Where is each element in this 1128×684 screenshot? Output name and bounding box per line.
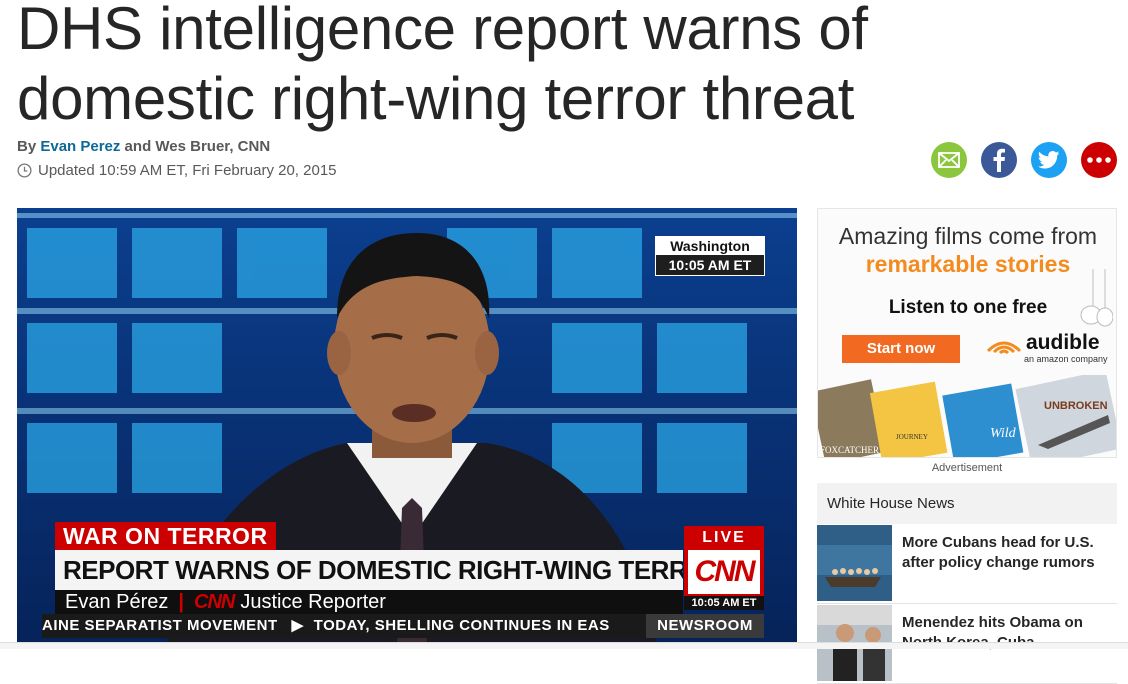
topic-banner: WAR ON TERROR xyxy=(55,522,276,551)
ad-line1: Amazing films come from xyxy=(838,223,1098,249)
separator: | xyxy=(178,591,184,613)
book-covers: FOXCATCHER JOURNEY Wild UNBROKEN xyxy=(818,375,1116,457)
email-icon xyxy=(938,152,960,168)
reporter-title: Justice Reporter xyxy=(240,591,386,613)
more-share-button[interactable] xyxy=(1081,142,1117,178)
facebook-icon xyxy=(993,148,1005,172)
story-item[interactable]: More Cubans head for U.S. after policy c… xyxy=(817,525,1117,604)
book-title-2: JOURNEY xyxy=(896,433,928,441)
cnn-logo: CNN xyxy=(688,550,760,594)
twitter-icon xyxy=(1038,151,1060,169)
ad-label: Advertisement xyxy=(931,462,1003,474)
network-label: CNN xyxy=(194,591,235,613)
updated-text: Updated 10:59 AM ET, Fri February 20, 20… xyxy=(38,162,337,179)
audible-logo: audible an amazon company xyxy=(986,331,1108,365)
start-now-button[interactable]: Start now xyxy=(842,335,960,363)
live-time: 10:05 AM ET xyxy=(684,596,764,610)
more-icon xyxy=(1087,157,1111,163)
location-label: Washington xyxy=(656,237,764,255)
advertisement-banner[interactable]: Amazing films come from remarkable stori… xyxy=(817,208,1117,458)
update-timestamp: Updated 10:59 AM ET, Fri February 20, 20… xyxy=(17,162,337,179)
twitter-share-button[interactable] xyxy=(1031,142,1067,178)
book-title-1: FOXCATCHER xyxy=(820,445,879,455)
byline: By Evan Perez and Wes Bruer, CNN xyxy=(17,138,270,155)
reporter-name: Evan Pérez xyxy=(65,591,169,613)
article-headline: DHS intelligence report warns of domesti… xyxy=(17,0,868,132)
audible-wordmark: audible xyxy=(1026,331,1100,354)
byline-rest: and Wes Bruer, CNN xyxy=(120,138,271,155)
play-arrow-icon: ▶ xyxy=(291,617,304,634)
live-label: LIVE xyxy=(702,529,746,546)
video-player[interactable]: Washington 10:05 AM ET WAR ON TERROR REP… xyxy=(17,208,797,642)
share-bar xyxy=(931,142,1117,178)
ticker-right: TODAY, SHELLING CONTINUES IN EAS xyxy=(313,617,610,634)
ticker-left: AINE SEPARATIST MOVEMENT xyxy=(42,617,278,634)
author-link[interactable]: Evan Perez xyxy=(40,138,120,155)
book-title-4: UNBROKEN xyxy=(1044,400,1108,412)
story-thumbnail xyxy=(817,525,892,601)
byline-prefix: By xyxy=(17,138,41,155)
live-bug: LIVE CNN 10:05 AM ET xyxy=(684,526,764,610)
story-title[interactable]: More Cubans head for U.S. after policy c… xyxy=(902,533,1114,573)
ad-line3: Listen to one free xyxy=(888,297,1048,318)
email-share-button[interactable] xyxy=(931,142,967,178)
show-label: NEWSROOM xyxy=(646,614,764,638)
section-title[interactable]: White House News xyxy=(817,483,1117,524)
location-time: 10:05 AM ET xyxy=(668,257,752,273)
location-bug: Washington 10:05 AM ET xyxy=(655,236,765,276)
facebook-share-button[interactable] xyxy=(981,142,1017,178)
chyron-headline: REPORT WARNS OF DOMESTIC RIGHT-WING TERR… xyxy=(55,550,683,590)
book-title-3: Wild xyxy=(990,426,1017,441)
reporter-bar: Evan Pérez | CNN Justice Reporter xyxy=(55,590,683,614)
audible-wave-icon xyxy=(986,341,1022,355)
clock-icon xyxy=(17,163,32,178)
audible-subtitle: an amazon company xyxy=(1024,354,1108,364)
news-ticker: AINE SEPARATIST MOVEMENT ▶ TODAY, SHELLING… xyxy=(42,614,646,638)
